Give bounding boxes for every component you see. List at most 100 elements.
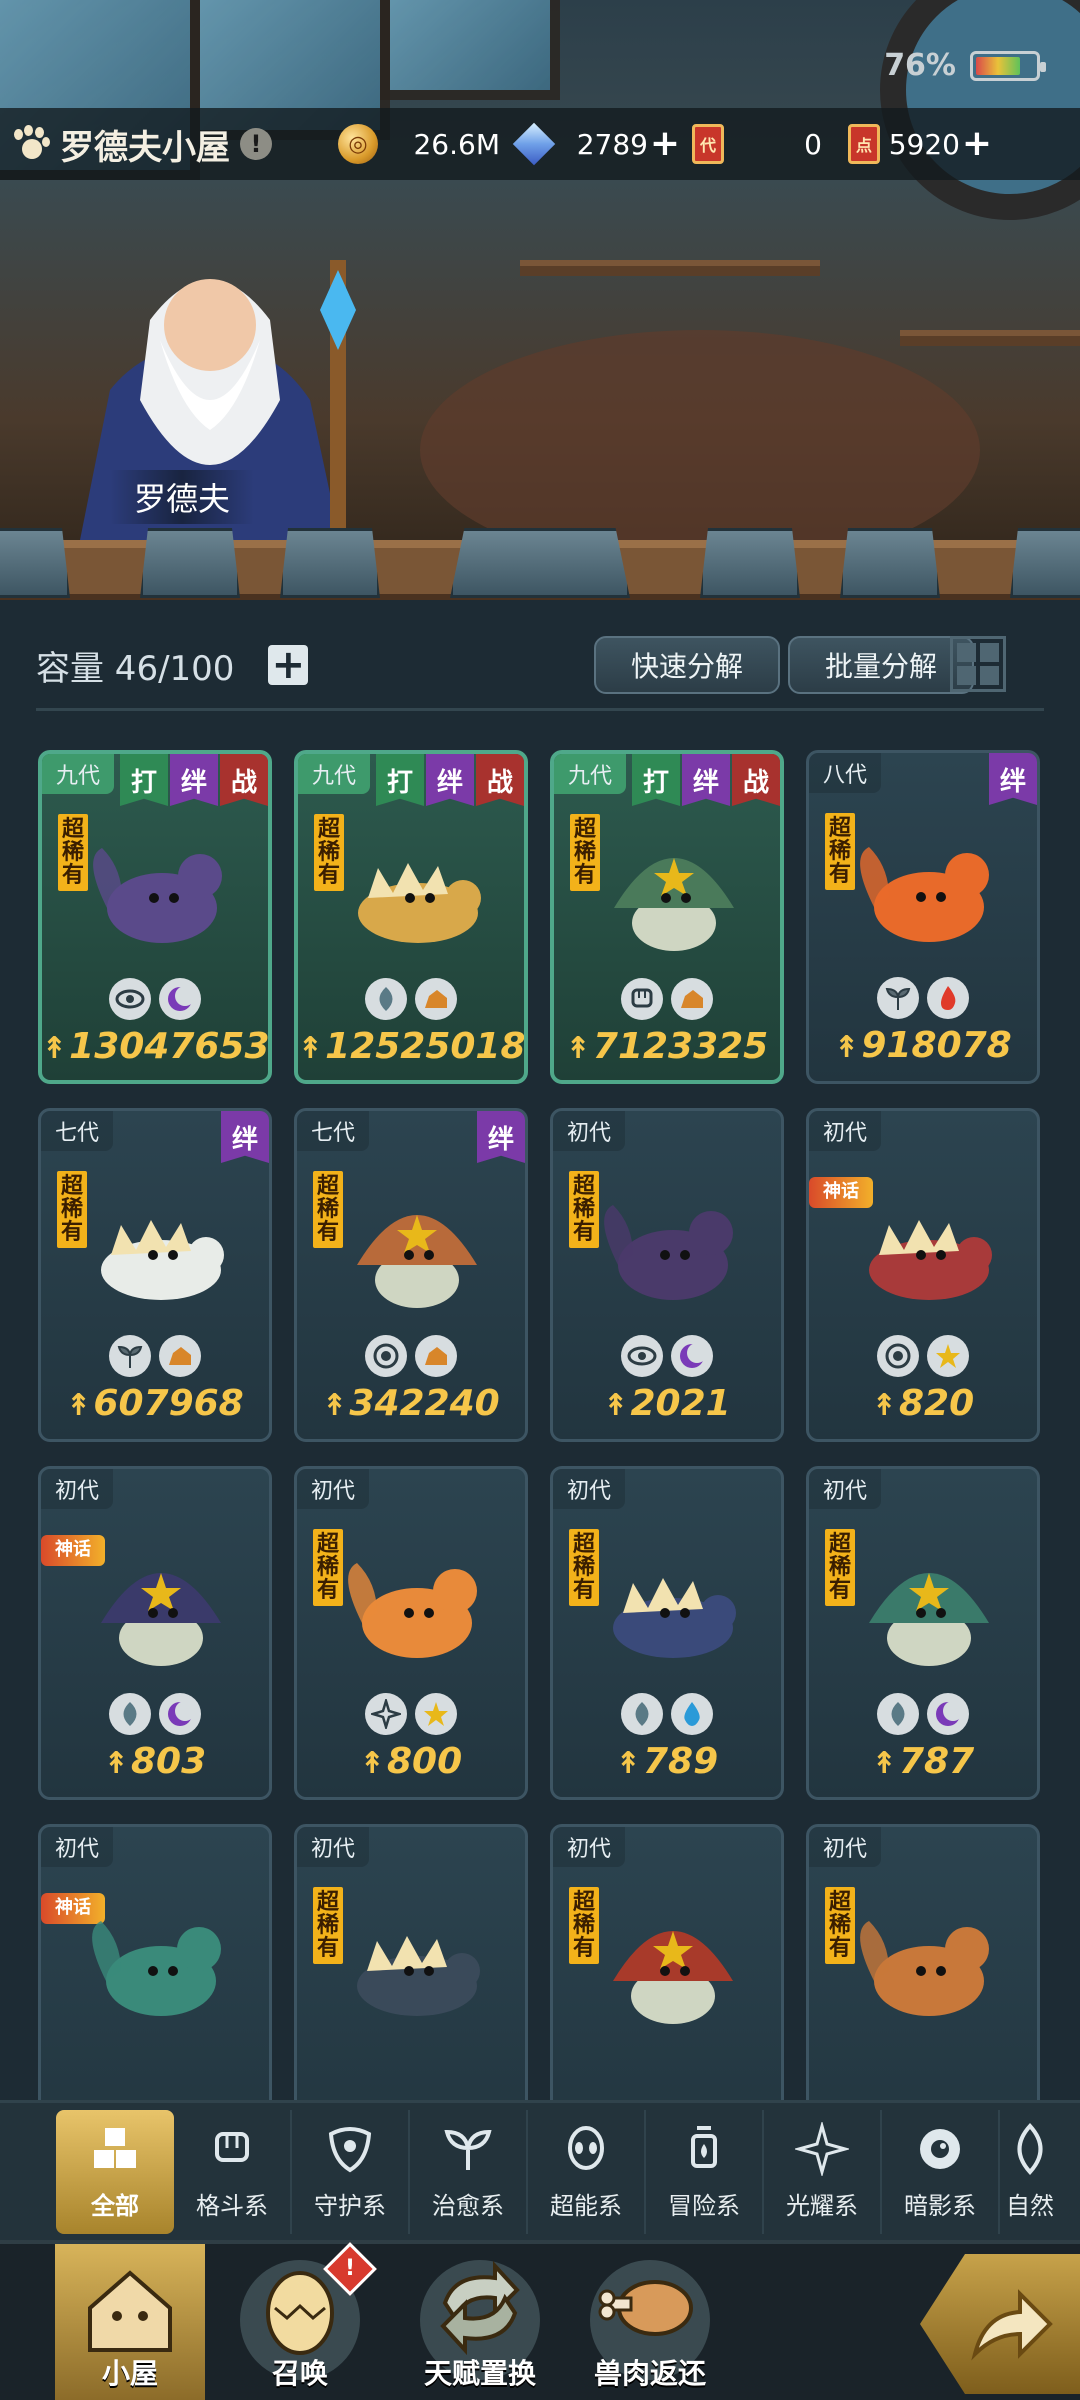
generation-tag: 九代	[554, 754, 627, 794]
category-label: 冒险系	[668, 2192, 740, 2220]
generation-tag: 七代	[297, 1111, 370, 1151]
grid-view-toggle[interactable]	[950, 636, 1006, 692]
generation-tag: 初代	[809, 1111, 882, 1151]
shield-icon	[877, 1335, 919, 1377]
element-icons	[297, 1693, 525, 1735]
tickets-value: 0	[804, 127, 822, 161]
eye-icon	[913, 2122, 967, 2176]
pet-card[interactable]: 初代 神话 ↟820	[806, 1108, 1040, 1442]
pet-portrait	[358, 863, 481, 943]
pet-card[interactable]: 初代 神话 ↟803	[38, 1466, 272, 1800]
pet-card[interactable]: 初代 超稀有 ↟2021	[550, 1108, 784, 1442]
power-number: 918078	[861, 1025, 1012, 1066]
generation-tag: 九代	[42, 754, 115, 794]
power-number: 820	[898, 1383, 975, 1424]
category-tab[interactable]: 守护系	[292, 2109, 410, 2234]
pet-card[interactable]: 初代 超稀有 ↟787	[806, 1466, 1040, 1800]
trait-tag: 绊	[170, 754, 218, 806]
generation-tag: 初代	[553, 1111, 626, 1151]
power-number: 787	[898, 1741, 975, 1782]
pet-card[interactable]: 初代 超稀有 ↟789	[550, 1466, 784, 1800]
element-icons	[41, 1693, 269, 1735]
capacity-label: 容量 46/100	[36, 648, 235, 689]
nav-label: 天赋置换	[423, 2357, 536, 2390]
pet-portrait	[869, 1220, 992, 1300]
capacity-row: 容量 46/100 + 快速分解 批量分解	[36, 630, 1046, 700]
power-value: ↟13047653	[42, 1026, 268, 1067]
power-value: ↟7123325	[554, 1026, 780, 1067]
category-tab[interactable]: 全部	[56, 2109, 174, 2234]
gem-icon	[512, 122, 556, 166]
category-label: 格斗系	[196, 2192, 268, 2220]
coin-icon: ◎	[338, 124, 378, 164]
add-gems-button[interactable]: +	[648, 126, 682, 162]
arrow-forward-icon	[971, 2289, 1053, 2361]
rail-block	[280, 528, 380, 598]
star-icon	[415, 1693, 457, 1735]
power-number: 789	[642, 1741, 719, 1782]
power-value: ↟607968	[41, 1383, 269, 1424]
generation-tag: 九代	[298, 754, 371, 794]
sprout-icon	[877, 977, 919, 1019]
shelf	[900, 330, 1080, 346]
leaf-icon	[621, 1693, 663, 1735]
power-icon: ↟	[834, 1030, 860, 1065]
pet-card[interactable]: 九代打绊战超稀有 ↟13047653	[38, 750, 272, 1084]
element-icons	[297, 1335, 525, 1377]
coins-counter: ◎ 26.6M	[338, 108, 500, 180]
sprout-icon	[441, 2122, 495, 2176]
category-tab[interactable]: 冒险系	[646, 2109, 764, 2234]
power-icon: ↟	[615, 1746, 641, 1781]
expand-capacity-button[interactable]: +	[268, 645, 309, 685]
add-points-button[interactable]: +	[960, 126, 994, 162]
category-tab[interactable]: 光耀系	[764, 2109, 882, 2234]
house-icon	[75, 2258, 185, 2362]
category-tab[interactable]: 超能系	[528, 2109, 646, 2234]
power-icon: ↟	[871, 1746, 897, 1781]
info-icon[interactable]: !	[240, 128, 272, 160]
nav-meat-refund[interactable]: 兽肉返还	[565, 2244, 735, 2400]
inventory-panel: 容量 46/100 + 快速分解 批量分解 九代打绊战超稀有 ↟13047653 九…	[0, 600, 1080, 2158]
pet-card[interactable]: 七代绊超稀有 ↟607968	[38, 1108, 272, 1442]
generation-tag: 初代	[41, 1469, 114, 1509]
category-label: 自然	[1006, 2192, 1054, 2220]
power-number: 13047653	[69, 1026, 270, 1067]
battery-percent: 76%	[884, 48, 956, 83]
pet-portrait	[101, 1220, 224, 1300]
nav-house[interactable]: 小屋	[55, 2244, 205, 2400]
nav-summon[interactable]: 召唤!	[225, 2242, 377, 2400]
power-number: 12525018	[325, 1026, 526, 1067]
pet-card[interactable]: 初代 超稀有 ↟800	[294, 1466, 528, 1800]
fist-icon	[621, 978, 663, 1020]
rail-block	[700, 528, 800, 598]
tickets-counter: 代 0	[692, 108, 822, 180]
pet-card[interactable]: 九代打绊战超稀有 ↟7123325	[550, 750, 784, 1084]
category-tab[interactable]: 暗影系	[882, 2109, 1000, 2234]
category-tab[interactable]: 自然	[1000, 2110, 1060, 2234]
divider	[36, 708, 1044, 711]
pet-card[interactable]: 七代绊超稀有 ↟342240	[294, 1108, 528, 1442]
quick-decompose-button[interactable]: 快速分解	[594, 636, 780, 694]
house-title-group[interactable]: 罗德夫小屋 !	[0, 120, 320, 169]
nav-talent-swap[interactable]: 天赋置换	[395, 2244, 565, 2400]
pet-card[interactable]: 九代打绊战超稀有 ↟12525018	[294, 750, 528, 1084]
power-value: ↟803	[41, 1741, 269, 1782]
pet-card[interactable]: 八代绊超稀有 ↟918078	[806, 750, 1040, 1084]
power-icon: ↟	[66, 1388, 92, 1423]
pet-portrait	[101, 1573, 221, 1666]
category-tab[interactable]: 格斗系	[174, 2109, 292, 2234]
power-value: ↟12525018	[298, 1026, 524, 1067]
ticket-icon: 代	[692, 124, 724, 164]
trait-tag: 打	[120, 754, 168, 806]
category-tab[interactable]: 治愈系	[410, 2109, 528, 2234]
element-icons	[298, 978, 524, 1020]
trait-tags: 打绊战	[118, 754, 268, 806]
pet-portrait	[357, 1936, 480, 2016]
leaf-icon	[109, 1693, 151, 1735]
eye-icon	[109, 978, 151, 1020]
trait-tag: 战	[732, 754, 780, 806]
power-number: 7123325	[592, 1026, 769, 1067]
batch-decompose-button[interactable]: 批量分解	[788, 636, 974, 694]
generation-tag: 初代	[553, 1827, 626, 1867]
generation-tag: 初代	[297, 1827, 370, 1867]
